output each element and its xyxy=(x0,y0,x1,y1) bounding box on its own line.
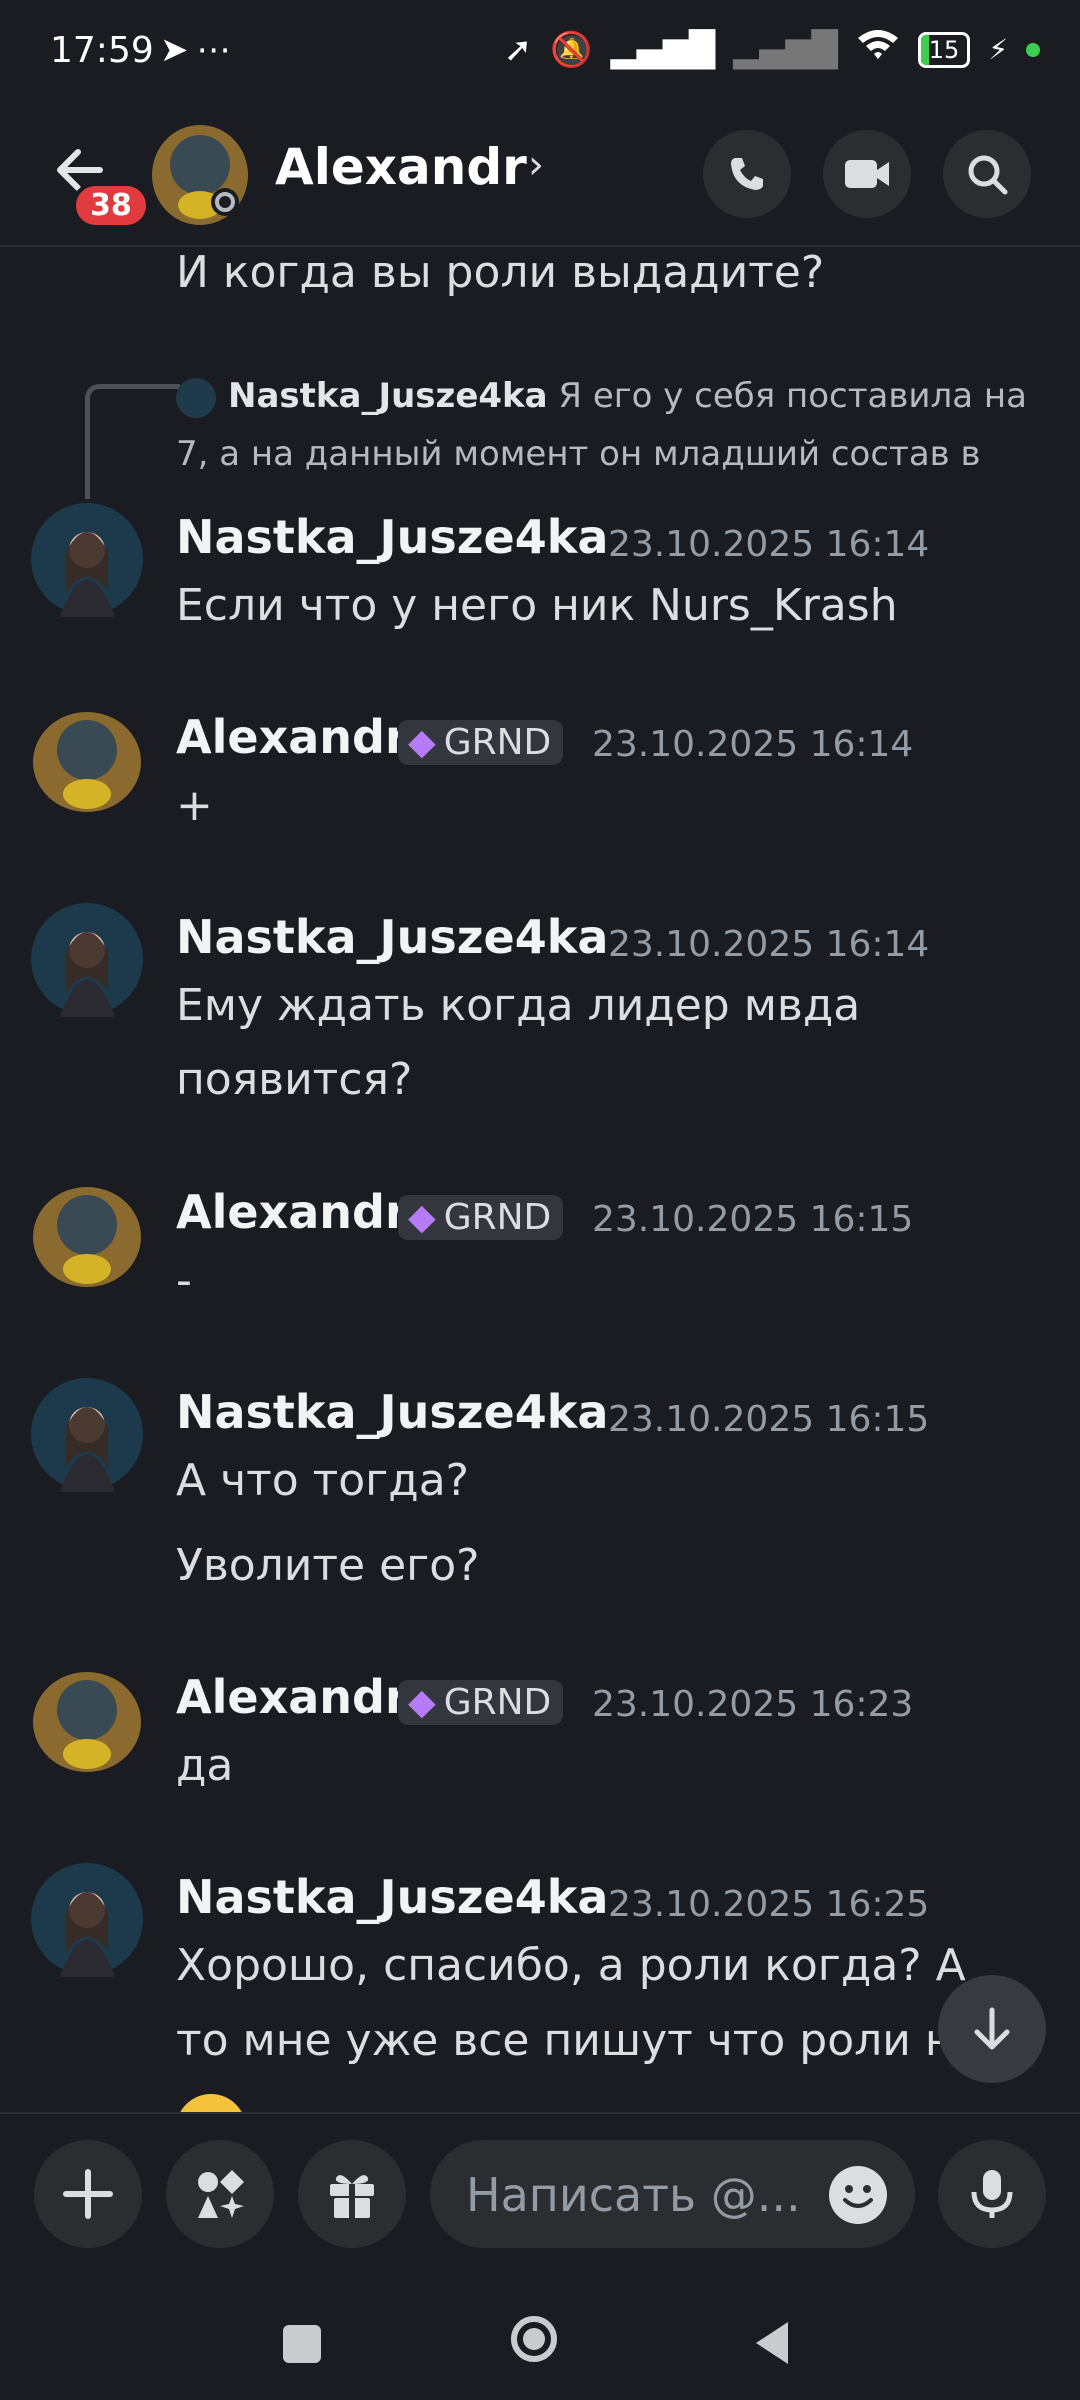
message-timestamp: 23.10.2025 16:25 xyxy=(608,1884,930,1925)
status-bar: 17:59 ➤⋯ ➚ 🔕 ▂▄▆█ ▂▄▆█ 15 ⚡ xyxy=(0,0,1080,110)
avatar xyxy=(176,377,216,418)
mic-icon xyxy=(971,2170,1013,2218)
avatar[interactable] xyxy=(30,1177,145,1292)
apps-button[interactable] xyxy=(166,2140,274,2248)
privacy-dot xyxy=(1026,42,1040,57)
server-tag[interactable]: ◆ GRND xyxy=(398,1195,564,1240)
location-icon: ➚ xyxy=(503,29,533,70)
message-author[interactable]: Alexandr xyxy=(176,1185,408,1239)
message-timestamp: 23.10.2025 16:23 xyxy=(592,1684,914,1725)
message-timestamp: 23.10.2025 16:14 xyxy=(608,524,930,565)
signal2-icon: ▂▄▆█ xyxy=(733,29,838,70)
system-nav-bar xyxy=(0,2287,1080,2400)
server-tag[interactable]: ◆ GRND xyxy=(398,720,564,765)
search-icon xyxy=(968,155,1008,195)
message-author[interactable]: Nastka_Jusze4ka xyxy=(176,510,608,564)
signal-icon: ▂▄▆█ xyxy=(610,29,716,70)
reply-preview[interactable]: Nastka_Jusze4ka Я его у себя поставила н… xyxy=(176,367,1046,483)
server-tag[interactable]: ◆ GRND xyxy=(398,1680,564,1725)
avatar[interactable] xyxy=(30,1377,145,1492)
message-timestamp: 23.10.2025 16:14 xyxy=(608,924,930,965)
search-button[interactable] xyxy=(943,130,1031,218)
avatar[interactable] xyxy=(145,120,255,230)
gift-icon xyxy=(330,2175,374,2218)
arrow-down-icon xyxy=(974,2007,1010,2050)
avatar[interactable] xyxy=(30,702,145,817)
emoji-icon xyxy=(843,2185,873,2208)
message-author[interactable]: Nastka_Jusze4ka xyxy=(176,910,608,964)
avatar[interactable] xyxy=(30,1662,145,1777)
charging-icon: ⚡ xyxy=(988,33,1008,66)
message-text: - xyxy=(176,1255,192,1306)
message-text: + xyxy=(176,780,213,831)
telegram-icon: ➤ xyxy=(160,30,197,70)
apps-icon xyxy=(198,2170,244,2218)
composer: Написать @... xyxy=(0,2112,1080,2289)
gem-icon: ◆ xyxy=(408,1682,436,1723)
message-text: Уволите его? xyxy=(176,1540,480,1591)
message-author[interactable]: Alexandr xyxy=(176,1670,408,1724)
plus-icon xyxy=(63,2169,113,2219)
reply-connector xyxy=(85,384,180,499)
message-text: появится? xyxy=(176,1054,413,1105)
recents-button[interactable] xyxy=(283,2325,321,2363)
message-author[interactable]: Nastka_Jusze4ka xyxy=(176,1385,608,1439)
message-input[interactable]: Написать @... xyxy=(430,2140,915,2248)
video-button[interactable] xyxy=(823,130,911,218)
message-text: Если что у него ник Nurs_Krash xyxy=(176,580,898,631)
video-icon xyxy=(845,160,889,188)
message-list[interactable]: И когда вы роли выдадите? Nastka_Jusze4k… xyxy=(0,247,1080,2112)
message-text: И когда вы роли выдадите? xyxy=(176,247,825,298)
emoji-icon xyxy=(180,2094,242,2112)
message-timestamp: 23.10.2025 16:15 xyxy=(592,1199,914,1240)
avatar[interactable] xyxy=(30,502,145,617)
status-left-icons: ➤⋯ xyxy=(160,30,239,70)
message-timestamp: 23.10.2025 16:14 xyxy=(592,724,914,765)
wifi-icon xyxy=(856,28,900,71)
back-button[interactable] xyxy=(752,2320,792,2366)
avatar[interactable] xyxy=(30,1862,145,1977)
more-icon: ⋯ xyxy=(196,30,239,70)
voice-message-button[interactable] xyxy=(938,2140,1046,2248)
avatar[interactable] xyxy=(30,902,145,1017)
battery-indicator: 15 xyxy=(917,31,971,68)
message-input-placeholder: Написать @... xyxy=(466,2168,801,2222)
reply-author: Nastka_Jusze4ka xyxy=(228,376,548,416)
message-text: Ему ждать когда лидер мвда xyxy=(176,980,861,1031)
gem-icon: ◆ xyxy=(408,1197,436,1238)
add-attachment-button[interactable] xyxy=(34,2140,142,2248)
unread-badge: 38 xyxy=(72,182,150,229)
scroll-down-button[interactable] xyxy=(938,1975,1046,2083)
message-timestamp: 23.10.2025 16:15 xyxy=(608,1399,930,1440)
emoji-button[interactable] xyxy=(829,2166,887,2224)
message-author[interactable]: Alexandr xyxy=(176,710,408,764)
status-time: 17:59 xyxy=(50,30,154,71)
phone-icon xyxy=(731,158,763,190)
gem-icon: ◆ xyxy=(408,722,436,763)
mute-icon: 🔕 xyxy=(550,29,593,70)
call-button[interactable] xyxy=(703,130,791,218)
chat-header: 38 Alexandr › xyxy=(0,110,1080,247)
message-author[interactable]: Nastka_Jusze4ka xyxy=(176,1870,608,1924)
status-right-icons: ➚ 🔕 ▂▄▆█ ▂▄▆█ 15 ⚡ xyxy=(504,28,1040,71)
home-button[interactable] xyxy=(511,2316,557,2362)
chat-title[interactable]: Alexandr xyxy=(275,138,527,196)
gift-button[interactable] xyxy=(298,2140,406,2248)
message-text: да xyxy=(176,1740,234,1791)
chevron-right-icon: › xyxy=(528,142,544,188)
message-text: то мне уже все пишут что роли не xyxy=(176,2015,981,2066)
message-text: А что тогда? xyxy=(176,1455,470,1506)
message-text: Хорошо, спасибо, а роли когда? А xyxy=(176,1940,966,1991)
